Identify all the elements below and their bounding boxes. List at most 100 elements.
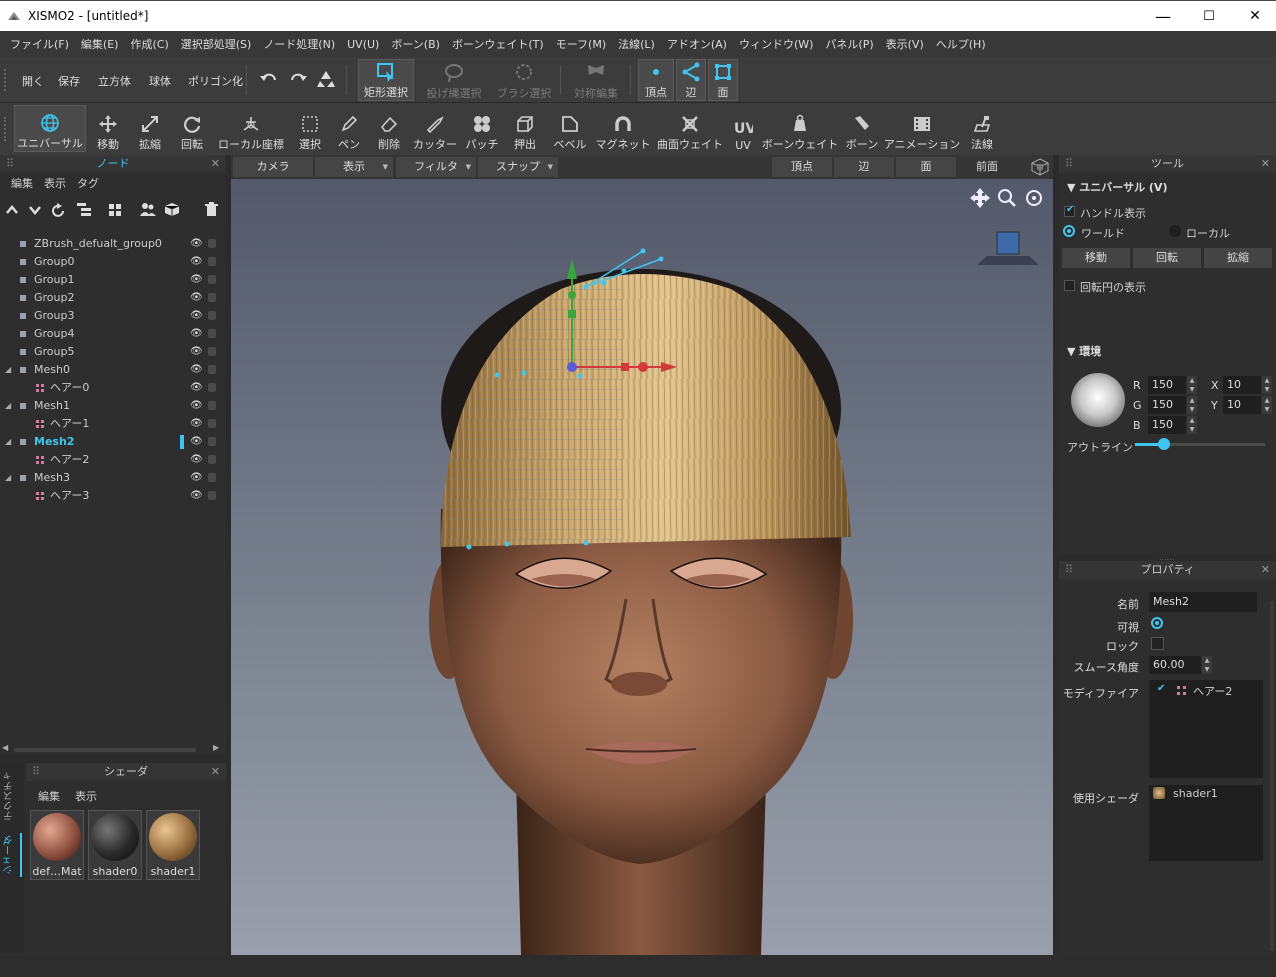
toolbar-grip[interactable]	[4, 117, 7, 141]
smooth-angle-input[interactable]: 60.00	[1149, 656, 1201, 674]
panel-grip-icon[interactable]: ⠿	[6, 155, 14, 173]
eye-icon[interactable]: 👁	[190, 361, 203, 379]
world-radio[interactable]	[1063, 225, 1075, 237]
box-icon[interactable]	[164, 202, 180, 217]
r-spinner[interactable]: ▲ ▼	[1187, 376, 1197, 394]
lasso-select-button[interactable]: 投げ縄選択	[424, 59, 484, 101]
shader-thumb-shader1[interactable]: shader1	[146, 810, 200, 880]
lock-icon[interactable]	[208, 347, 216, 356]
display-dropdown[interactable]: 表示 ▼	[315, 157, 393, 177]
lock-icon[interactable]	[208, 329, 216, 338]
scroll-left-icon[interactable]: ◀	[2, 743, 8, 752]
tool-local-coords[interactable]: ローカル座標	[218, 105, 284, 152]
cube-button[interactable]: 立方体	[98, 73, 131, 89]
close-icon[interactable]: ✕	[1261, 155, 1270, 173]
lock-icon[interactable]	[208, 491, 216, 500]
close-icon[interactable]: ✕	[211, 155, 220, 173]
lock-checkbox[interactable]	[1151, 637, 1164, 650]
rect-select-button[interactable]: 矩形選択	[358, 59, 414, 101]
menu-help[interactable]: ヘルプ(H)	[930, 36, 992, 52]
brush-select-button[interactable]: ブラシ選択	[494, 59, 554, 101]
face-mode-button[interactable]: 面	[708, 59, 738, 101]
name-input[interactable]: Mesh2	[1149, 592, 1257, 612]
x-input[interactable]: 10	[1223, 376, 1261, 394]
tool-normal[interactable]: 法線	[964, 105, 1000, 152]
tool-bevel[interactable]: ベベル	[552, 105, 588, 152]
node-row[interactable]: Group3 👁	[0, 307, 226, 325]
tab-texture[interactable]: テクスチャ	[2, 769, 22, 823]
eye-icon[interactable]: 👁	[190, 451, 203, 469]
expand-icon[interactable]: ◢	[5, 397, 11, 415]
eye-icon[interactable]: 👁	[190, 307, 203, 325]
menu-edit[interactable]: 編集(E)	[75, 36, 125, 52]
node-row[interactable]: ヘアー2 👁	[0, 451, 226, 469]
b-input[interactable]: 150	[1148, 416, 1186, 434]
node-row[interactable]: ZBrush_defualt_group0 👁	[0, 235, 226, 253]
modifier-item[interactable]: ヘアー2	[1193, 683, 1232, 699]
undo-icon[interactable]	[259, 70, 279, 88]
environment-section-header[interactable]: ▼ 環境	[1067, 343, 1101, 359]
trash-icon[interactable]	[205, 202, 218, 217]
camera-dropdown[interactable]: カメラ	[233, 157, 313, 177]
x-spinner[interactable]: ▲ ▼	[1262, 376, 1272, 394]
move-button[interactable]: 移動	[1062, 248, 1130, 268]
eye-icon[interactable]: 👁	[190, 253, 203, 271]
tool-rotate[interactable]: 回転	[176, 105, 208, 152]
handle-display-checkbox[interactable]: ✔	[1064, 204, 1075, 217]
horizontal-scrollbar[interactable]: ◀ ▶	[0, 743, 226, 755]
tool-animation[interactable]: アニメーション	[884, 105, 960, 152]
tool-move[interactable]: 移動	[92, 105, 124, 152]
r-input[interactable]: 150	[1148, 376, 1186, 394]
modifier-list[interactable]: ✔ ヘアー2	[1149, 680, 1263, 778]
rotate-button[interactable]: 回転	[1133, 248, 1201, 268]
shader-thumb-shader0[interactable]: shader0	[88, 810, 142, 880]
eye-icon[interactable]: 👁	[190, 469, 203, 487]
edge-mode-button[interactable]: 辺	[676, 59, 706, 101]
move-down-icon[interactable]	[28, 204, 42, 216]
menu-node[interactable]: ノード処理(N)	[257, 36, 341, 52]
node-row[interactable]: ◢ Mesh3 👁	[0, 469, 226, 487]
node-row[interactable]: ◢ Mesh1 👁	[0, 397, 226, 415]
eye-icon[interactable]: 👁	[190, 271, 203, 289]
menu-bone[interactable]: ボーン(B)	[385, 36, 446, 52]
hierarchy-icon[interactable]	[76, 202, 92, 217]
shader-thumb-default[interactable]: def…Mat	[30, 810, 84, 880]
eye-icon[interactable]: 👁	[190, 433, 203, 451]
tool-cutter[interactable]: カッター	[413, 105, 457, 152]
scroll-right-icon[interactable]: ▶	[213, 743, 219, 752]
redo-icon[interactable]	[288, 70, 308, 88]
universal-section-header[interactable]: ▼ ユニバーサル (V)	[1067, 179, 1167, 195]
eye-icon[interactable]: 👁	[190, 343, 203, 361]
menu-file[interactable]: ファイル(F)	[4, 36, 75, 52]
local-radio[interactable]	[1169, 225, 1181, 237]
outline-slider-knob[interactable]	[1157, 438, 1170, 450]
node-row[interactable]: ◢ Mesh2 👁	[0, 433, 226, 451]
menu-view[interactable]: 表示(V)	[880, 36, 930, 52]
menu-morph[interactable]: モーフ(M)	[550, 36, 612, 52]
recycle-icon[interactable]	[316, 69, 336, 89]
panel-grip-icon[interactable]: ⠿	[32, 763, 40, 781]
shader-menu-view[interactable]: 表示	[75, 788, 97, 804]
symmetry-edit-button[interactable]: 対称編集	[568, 59, 624, 101]
eye-icon[interactable]: 👁	[190, 487, 203, 505]
node-row[interactable]: ヘアー0 👁	[0, 379, 226, 397]
open-button[interactable]: 開く	[22, 73, 44, 89]
menu-create[interactable]: 作成(C)	[124, 36, 174, 52]
lock-icon[interactable]	[208, 419, 216, 428]
sphere-button[interactable]: 球体	[149, 73, 171, 89]
eye-icon[interactable]: 👁	[190, 397, 203, 415]
3d-viewport[interactable]	[231, 179, 1053, 955]
node-menu-tag[interactable]: タグ	[72, 175, 105, 193]
minimize-button[interactable]: —	[1140, 1, 1186, 31]
view-front-label[interactable]: 前面	[959, 157, 1015, 177]
scale-button[interactable]: 拡縮	[1204, 248, 1272, 268]
tool-delete[interactable]: 削除	[372, 105, 406, 152]
lock-icon[interactable]	[208, 293, 216, 302]
menu-normal[interactable]: 法線(L)	[612, 36, 661, 52]
snap-dropdown[interactable]: スナップ ▼	[478, 157, 558, 177]
tab-shader[interactable]: シェーダ	[2, 833, 22, 877]
tool-pen[interactable]: ペン	[334, 105, 364, 152]
save-button[interactable]: 保存	[58, 73, 80, 89]
tool-magnet[interactable]: マグネット	[596, 105, 651, 152]
shader-menu-edit[interactable]: 編集	[38, 788, 60, 804]
